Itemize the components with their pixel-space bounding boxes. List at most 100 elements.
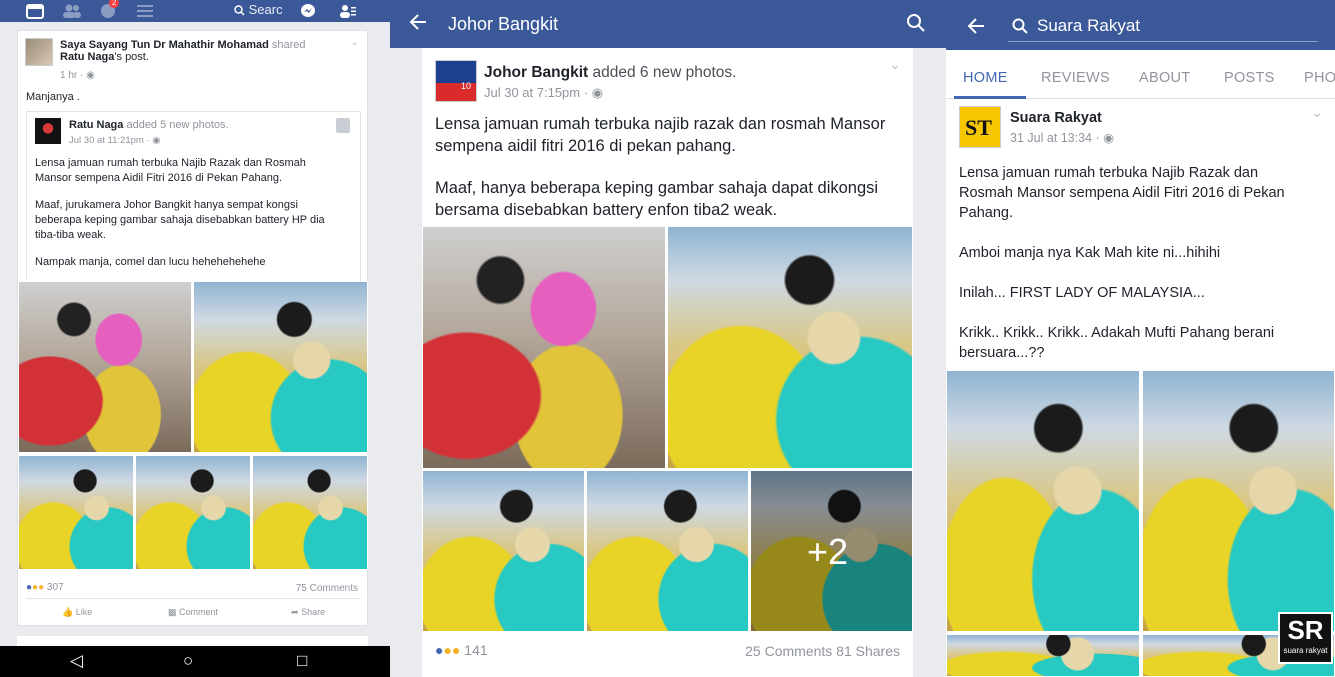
post-time[interactable]: 1 hr · — [60, 70, 83, 81]
watermark-big: SR — [1287, 615, 1324, 645]
contacts-icon[interactable] — [340, 2, 356, 19]
comment-icon: ▩ — [168, 607, 177, 617]
friend-requests-icon[interactable] — [62, 2, 82, 19]
page-avatar[interactable]: 10 — [435, 60, 477, 102]
post-text-line: Amboi manja nya Kak Mah kite ni...hihihi — [959, 245, 1221, 261]
recents-square-icon[interactable]: □ — [297, 651, 307, 671]
shared-text-line: Lensa jamuan rumah terbuka Najib Razak d… — [35, 157, 306, 169]
comment-button[interactable]: ▩ Comment — [168, 607, 218, 618]
panel-facebook-shared-post: 2 Searc Saya Sayang Tun Dr Mahathir Moha… — [0, 0, 390, 677]
post-text-line: Rosmah Mansor sempena Aidil Fitri 2016 d… — [959, 185, 1285, 201]
tab-photos[interactable]: PHO — [1304, 70, 1335, 86]
like-icon: 👍 — [62, 607, 74, 617]
post-text-line: Lensa jamuan rumah terbuka Najib Razak d… — [959, 165, 1259, 181]
post-time[interactable]: Jul 30 at 7:15pm · — [484, 85, 588, 100]
post-options-chevron-icon[interactable]: ⌄ — [351, 37, 359, 48]
more-photos-count: +2 — [807, 531, 849, 572]
post-time[interactable]: 31 Jul at 13:34 · — [1010, 131, 1100, 145]
post-author-name[interactable]: Johor Bangkit — [484, 64, 588, 81]
comment-count[interactable]: 75 Comments — [296, 583, 358, 594]
page-title: Johor Bangkit — [448, 14, 559, 34]
back-arrow-icon[interactable] — [966, 16, 986, 41]
post-photo[interactable] — [422, 226, 666, 469]
post-photo[interactable] — [586, 470, 749, 632]
messenger-icon[interactable] — [300, 2, 316, 19]
tab-about[interactable]: ABOUT — [1139, 70, 1190, 86]
notifications-globe-icon[interactable]: 2 — [100, 0, 120, 19]
post-text-line: Krikk.. Krikk.. Krikk.. Adakah Mufti Pah… — [959, 325, 1275, 341]
search-field[interactable]: Searc — [234, 2, 283, 17]
search-header-bar: Suara Rakyat — [946, 0, 1335, 50]
menu-icon[interactable] — [137, 2, 153, 18]
post-text-line: bersama disebabkan battery enfon tiba2 w… — [435, 201, 778, 219]
page-header-bar: Johor Bangkit — [390, 0, 946, 48]
save-bookmark-icon[interactable] — [336, 118, 350, 133]
sharer-avatar[interactable] — [25, 38, 53, 66]
watermark-small: suara rakyat — [1283, 646, 1328, 655]
avatar-number: 10 — [461, 81, 472, 91]
tab-home[interactable]: HOME — [963, 70, 1008, 86]
reaction-count[interactable]: 141 — [464, 642, 487, 658]
sharer-name[interactable]: Saya Sayang Tun Dr Mahathir Mohamad — [60, 39, 269, 51]
post-photo[interactable] — [946, 634, 1140, 677]
android-navigation-bar: ◁ ○ □ — [0, 646, 390, 677]
reaction-count[interactable]: 307 — [47, 582, 64, 593]
shared-globe-icon: ◉ — [152, 135, 161, 146]
post-photo[interactable] — [18, 455, 134, 570]
globe-icon: ◉ — [86, 70, 95, 81]
search-icon — [234, 5, 245, 16]
home-circle-icon[interactable]: ○ — [183, 651, 193, 671]
like-button[interactable]: 👍 Like — [62, 607, 92, 618]
post-text-line: sempena aidil fitri 2016 di pekan pahang… — [435, 137, 736, 155]
back-arrow-icon[interactable] — [408, 12, 428, 37]
post-text-line: Inilah... FIRST LADY OF MALAYSIA... — [959, 285, 1205, 301]
more-photos-tile[interactable]: +2 — [750, 470, 913, 632]
post-photo[interactable] — [193, 281, 368, 453]
search-icon — [1012, 18, 1028, 39]
shared-author-avatar[interactable] — [35, 118, 61, 144]
suara-rakyat-watermark-logo: SR suara rakyat — [1278, 612, 1333, 664]
post-photo[interactable] — [18, 281, 192, 453]
shared-text-line: Maaf, jurukamera Johor Bangkit hanya sem… — [35, 199, 298, 211]
back-triangle-icon[interactable]: ◁ — [70, 651, 83, 671]
shared-text-line: beberapa keping gambar sahaja disebabkan… — [35, 214, 325, 226]
search-icon[interactable] — [906, 13, 926, 38]
panel-suara-rakyat-page: Suara Rakyat HOME REVIEWS ABOUT POSTS PH… — [946, 0, 1335, 677]
post-photo[interactable] — [252, 455, 368, 570]
post-text-line: Maaf, hanya beberapa keping gambar sahaj… — [435, 179, 879, 197]
tab-reviews[interactable]: REVIEWS — [1041, 70, 1110, 86]
post-photo[interactable] — [1142, 370, 1335, 632]
shared-author-name[interactable]: Ratu Naga — [69, 119, 123, 131]
comments-shares-count[interactable]: 25 Comments 81 Shares — [745, 643, 900, 659]
post-photo[interactable] — [667, 226, 913, 469]
shared-action: shared — [268, 39, 306, 51]
post-text-line: Pahang. — [959, 205, 1014, 221]
post-photo[interactable] — [422, 470, 585, 632]
embedded-original-post[interactable]: Ratu Naga added 5 new photos. Jul 30 at … — [26, 111, 361, 281]
search-input[interactable]: Suara Rakyat — [1008, 10, 1318, 42]
share-button[interactable]: ➦ Share — [291, 607, 325, 618]
globe-icon: ◉ — [1103, 131, 1115, 145]
post-photo[interactable] — [946, 370, 1140, 632]
post-card: 10 Johor Bangkit added 6 new photos. Jul… — [422, 48, 913, 677]
top-navigation-bar: 2 Searc — [0, 0, 390, 22]
shared-post-time[interactable]: Jul 30 at 11:21pm · — [69, 135, 150, 146]
like-label: Like — [75, 607, 93, 617]
original-author-link[interactable]: Ratu Naga — [60, 51, 114, 63]
globe-icon: ◉ — [591, 85, 604, 100]
search-label: Searc — [248, 2, 283, 17]
news-feed-icon[interactable] — [26, 2, 44, 19]
shared-text-line: Mansor sempena Aidil Fitri 2016 di Pekan… — [35, 172, 283, 184]
post-text-line: bersuara...?? — [959, 345, 1045, 361]
post-options-chevron-icon[interactable]: ⌄ — [1311, 104, 1323, 121]
post-action: added 6 new photos. — [588, 64, 737, 81]
share-label: Share — [301, 607, 326, 617]
post-options-chevron-icon[interactable]: ⌄ — [889, 56, 901, 73]
page-avatar[interactable]: ST — [959, 106, 1001, 148]
post-author-name[interactable]: Suara Rakyat — [1010, 110, 1102, 126]
shared-author-action: added 5 new photos. — [123, 119, 229, 131]
share-icon: ➦ — [291, 607, 299, 617]
original-suffix: 's post. — [114, 51, 149, 63]
tab-posts[interactable]: POSTS — [1224, 70, 1275, 86]
post-photo[interactable] — [135, 455, 251, 570]
